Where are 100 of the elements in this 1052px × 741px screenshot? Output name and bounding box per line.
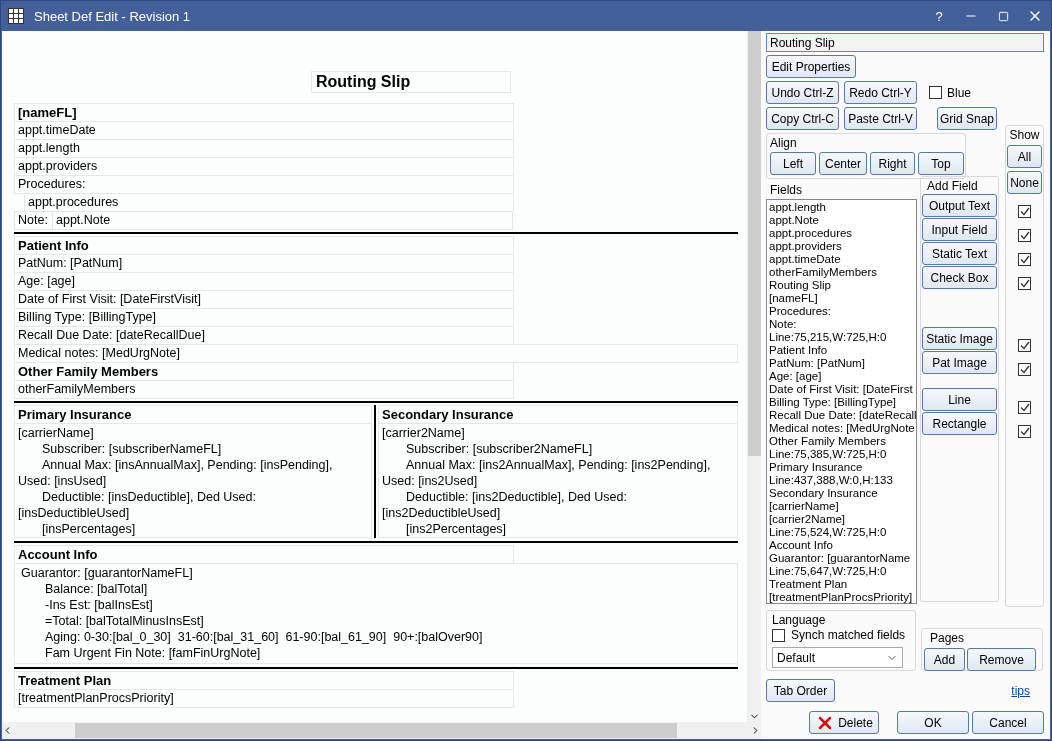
field-list-item[interactable]: Treatment Plan bbox=[769, 578, 914, 591]
field-list-item[interactable]: appt.Note bbox=[769, 214, 914, 227]
fields-label: Fields bbox=[770, 183, 803, 197]
align-label: Align bbox=[770, 136, 798, 150]
field-list-item[interactable]: Line:437,388,W:0,H:133 bbox=[769, 474, 914, 487]
show-checkbox[interactable] bbox=[1018, 362, 1031, 376]
field-list-item[interactable]: Patient Info bbox=[769, 344, 914, 357]
field-list-item[interactable]: appt.timeDate bbox=[769, 253, 914, 266]
show-checkbox[interactable] bbox=[1018, 252, 1031, 266]
align-button[interactable]: Left bbox=[770, 152, 816, 175]
option-checkbox[interactable] bbox=[929, 86, 942, 99]
sheet-field: appt.procedures bbox=[24, 193, 514, 212]
paste-button[interactable]: Paste Ctrl-V bbox=[844, 107, 917, 130]
sheet-field: Age: [age] bbox=[14, 272, 514, 291]
option-label: Blue bbox=[947, 85, 972, 100]
field-list-item[interactable]: Other Family Members bbox=[769, 435, 914, 448]
show-none-button[interactable]: None bbox=[1007, 171, 1042, 194]
sheet-text-block: [carrier2Name] Subscriber: [subscriber2NameFL] Annual Max: [ins2AnnualMax], Pending: [ins2Pending], Used: [ins2Used] Deductible: [ins2Deductible], Ded Used: [ins2DeductibleUsed] [ins2Percentages] bbox=[378, 423, 738, 538]
field-list-item[interactable]: Note: bbox=[769, 318, 914, 331]
align-button[interactable]: Top bbox=[918, 152, 964, 175]
section-heading: Account Info bbox=[14, 545, 514, 564]
align-button[interactable]: Right bbox=[870, 152, 915, 175]
show-checkbox[interactable] bbox=[1018, 400, 1031, 414]
sheet-field: Billing Type: [BillingType] bbox=[14, 308, 514, 327]
add-field-button[interactable]: Input Field bbox=[922, 218, 997, 241]
field-list-item[interactable]: Primary Insurance bbox=[769, 461, 914, 474]
field-list-item[interactable]: otherFamilyMembers bbox=[769, 266, 914, 279]
grid-snap-button[interactable]: Grid Snap bbox=[937, 107, 997, 130]
field-list-item[interactable]: [carrierName] bbox=[769, 500, 914, 513]
field-list-item[interactable]: Line:75,385,W:725,H:0 bbox=[769, 448, 914, 461]
field-list-item[interactable]: appt.providers bbox=[769, 240, 914, 253]
section-heading: Secondary Insurance bbox=[378, 405, 738, 424]
field-list-item[interactable]: Procedures: bbox=[769, 305, 914, 318]
field-list-item[interactable]: appt.length bbox=[769, 201, 914, 214]
add-field-button[interactable]: Output Text bbox=[922, 194, 997, 217]
add-field-button[interactable]: Static Image bbox=[922, 327, 997, 350]
align-button[interactable]: Center bbox=[819, 152, 867, 175]
add-field-label: Add Field bbox=[927, 179, 979, 193]
sheet-field: Procedures: bbox=[14, 175, 514, 194]
field-list-item[interactable]: Line:75,647,W:725,H:0 bbox=[769, 565, 914, 578]
delete-button[interactable]: Delete bbox=[809, 711, 879, 734]
field-label: Note: bbox=[14, 211, 53, 230]
remove-page-button[interactable]: Remove bbox=[967, 648, 1036, 671]
language-dropdown[interactable]: Default bbox=[772, 647, 903, 668]
field-list-item[interactable]: [nameFL] bbox=[769, 292, 914, 305]
section-heading: Treatment Plan bbox=[14, 671, 514, 690]
pages-label: Pages bbox=[930, 631, 966, 645]
tips-link[interactable]: tips bbox=[1011, 683, 1030, 698]
field-list-item[interactable]: appt.procedures bbox=[769, 227, 914, 240]
field-list-item[interactable]: Date of First Visit: [DateFirst bbox=[769, 383, 914, 396]
field-list-item[interactable]: Secondary Insurance bbox=[769, 487, 914, 500]
add-field-button[interactable]: Check Box bbox=[922, 266, 997, 289]
show-checkbox[interactable] bbox=[1018, 424, 1031, 438]
cancel-button[interactable]: Cancel bbox=[972, 711, 1044, 734]
field-list-item[interactable]: Medical notes: [MedUrgNote bbox=[769, 422, 914, 435]
field-list-item[interactable]: [carrier2Name] bbox=[769, 513, 914, 526]
field-list-item[interactable]: [treatmentPlanProcsPriority] bbox=[769, 591, 914, 603]
field-list-item[interactable]: PatNum: [PatNum] bbox=[769, 357, 914, 370]
grid-icon bbox=[8, 8, 24, 24]
ok-button[interactable]: OK bbox=[897, 711, 969, 734]
fields-list[interactable] bbox=[766, 199, 917, 604]
copy-button[interactable]: Copy Ctrl-C bbox=[766, 107, 839, 130]
show-checkbox[interactable] bbox=[1018, 338, 1031, 352]
field-list-item[interactable]: Line:75,524,W:725,H:0 bbox=[769, 526, 914, 539]
field-list-item[interactable]: Line:75,215,W:725,H:0 bbox=[769, 331, 914, 344]
add-field-button[interactable]: Static Text bbox=[922, 242, 997, 265]
add-field-button[interactable]: Pat Image bbox=[922, 351, 997, 374]
horizontal-scrollbar[interactable] bbox=[2, 722, 761, 739]
sheet-field: Recall Due Date: [dateRecallDue] bbox=[14, 326, 514, 345]
field-list-item[interactable]: Age: [age] bbox=[769, 370, 914, 383]
sheet-field: PatNum: [PatNum] bbox=[14, 254, 514, 273]
add-field-button[interactable]: Line bbox=[922, 388, 997, 411]
synch-checkbox[interactable] bbox=[772, 628, 785, 642]
field-list-item[interactable]: Routing Slip bbox=[769, 279, 914, 292]
sheet-field: appt.providers bbox=[14, 157, 514, 176]
edit-properties-button[interactable]: Edit Properties bbox=[766, 55, 856, 78]
sheet-field: Medical notes: [MedUrgNote] bbox=[14, 344, 738, 363]
field-list-item[interactable]: Billing Type: [BillingType] bbox=[769, 396, 914, 409]
show-all-button[interactable]: All bbox=[1007, 145, 1042, 168]
sheet-field: otherFamilyMembers bbox=[14, 380, 514, 399]
show-checkbox[interactable] bbox=[1018, 276, 1031, 290]
show-checkbox[interactable] bbox=[1018, 204, 1031, 218]
tab-order-button[interactable]: Tab Order bbox=[766, 679, 835, 702]
help-button[interactable]: ? bbox=[923, 1, 955, 31]
vertical-scrollbar[interactable] bbox=[747, 31, 761, 722]
section-heading: [nameFL] bbox=[14, 103, 514, 122]
sheet-field: [treatmentPlanProcsPriority] bbox=[14, 689, 514, 708]
sheet-field: appt.Note bbox=[52, 211, 513, 230]
redo-button[interactable]: Redo Ctrl-Y bbox=[844, 81, 917, 104]
undo-button[interactable]: Undo Ctrl-Z bbox=[766, 81, 839, 104]
field-list-item[interactable]: Recall Due Date: [dateRecall bbox=[769, 409, 914, 422]
name-field[interactable]: Routing Slip bbox=[766, 33, 1044, 52]
field-list-item[interactable]: Guarantor: [guarantorName bbox=[769, 552, 914, 565]
section-heading: Patient Info bbox=[14, 236, 514, 255]
add-page-button[interactable]: Add bbox=[924, 648, 965, 671]
show-checkbox[interactable] bbox=[1018, 228, 1031, 242]
field-list-item[interactable]: Account Info bbox=[769, 539, 914, 552]
sheet-text-block: Guarantor: [guarantorNameFL] Balance: [balTotal] -Ins Est: [balInsEst] =Total: [balTotalMinusInsEst] Aging: 0-30:[bal_0_30] 31-60:[bal_31_60] 61-90:[bal_61_90] 90+:[balOver90] Fam Urgent Fin Note: [famFinUrgNote] bbox=[14, 563, 738, 664]
language-label: Language bbox=[772, 613, 827, 627]
add-field-button[interactable]: Rectangle bbox=[922, 412, 997, 435]
